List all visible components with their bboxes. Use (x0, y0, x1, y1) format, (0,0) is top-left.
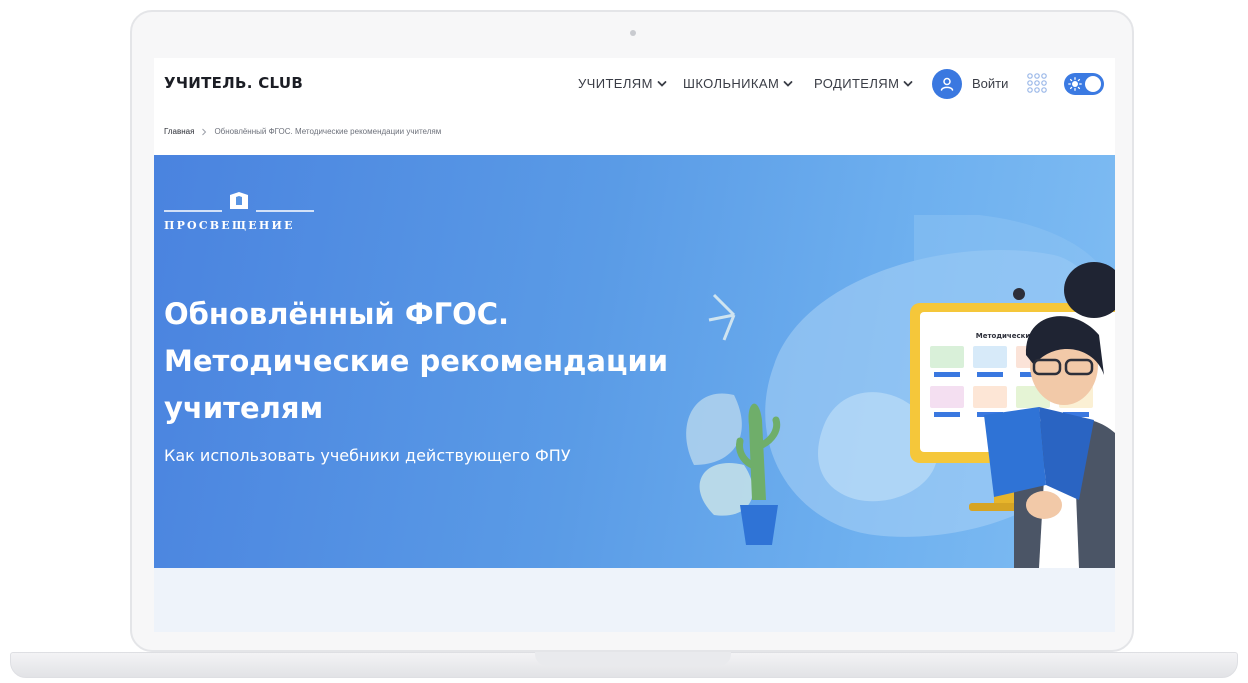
site-logo[interactable]: УЧИТЕЛЬ. CLUB (164, 74, 303, 92)
login-link[interactable]: Войти (972, 76, 1008, 91)
teacher-illustration: Методические письма (686, 215, 1115, 568)
laptop-camera (630, 30, 636, 36)
hero-title-line: учителям (164, 391, 324, 425)
breadcrumb-current: Обновлённый ФГОС. Методические рекоменда… (214, 127, 442, 136)
breadcrumb-home-link[interactable]: Главная (164, 127, 194, 136)
site-header: УЧИТЕЛЬ. CLUB УЧИТЕЛЯМ ШКОЛЬНИКАМ РОДИТЕ… (154, 58, 1115, 111)
toggle-knob (1085, 76, 1101, 92)
hero-title-line: Обновлённый ФГОС. (164, 297, 510, 331)
browser-screen: УЧИТЕЛЬ. CLUB УЧИТЕЛЯМ ШКОЛЬНИКАМ РОДИТЕ… (154, 58, 1115, 632)
hero-subtitle: Как использовать учебники действующего Ф… (164, 446, 571, 465)
apps-grid-icon[interactable] (1026, 72, 1048, 94)
nav-label: ШКОЛЬНИКАМ (683, 76, 780, 91)
brand-name: ПРОСВЕЩЕНИЕ (164, 219, 295, 232)
hero-banner: ПРОСВЕЩЕНИЕ Обновлённый ФГОС. Методическ… (154, 155, 1115, 568)
hero-title: Обновлённый ФГОС. Методические рекоменда… (164, 291, 684, 432)
breadcrumb-separator-icon (202, 128, 207, 135)
laptop-notch (535, 652, 731, 666)
nav-item-teachers[interactable]: УЧИТЕЛЯМ (578, 76, 667, 91)
breadcrumb-bar: Главная Обновлённый ФГОС. Методические р… (154, 110, 1115, 155)
chevron-down-icon (783, 80, 793, 87)
chevron-down-icon (903, 80, 913, 87)
nav-label: РОДИТЕЛЯМ (814, 76, 900, 91)
nav-item-parents[interactable]: РОДИТЕЛЯМ (814, 76, 913, 91)
user-avatar-button[interactable] (932, 69, 962, 99)
breadcrumb: Главная Обновлённый ФГОС. Методические р… (164, 127, 441, 136)
theme-toggle[interactable] (1064, 73, 1104, 95)
hero-title-line: Методические рекомендации (164, 344, 669, 378)
chevron-down-icon (657, 80, 667, 87)
sun-icon (1068, 77, 1082, 91)
prosveshchenie-emblem-icon (164, 192, 314, 212)
page-content-area (154, 568, 1115, 632)
user-icon (940, 77, 954, 91)
nav-label: УЧИТЕЛЯМ (578, 76, 653, 91)
nav-item-students[interactable]: ШКОЛЬНИКАМ (683, 76, 793, 91)
